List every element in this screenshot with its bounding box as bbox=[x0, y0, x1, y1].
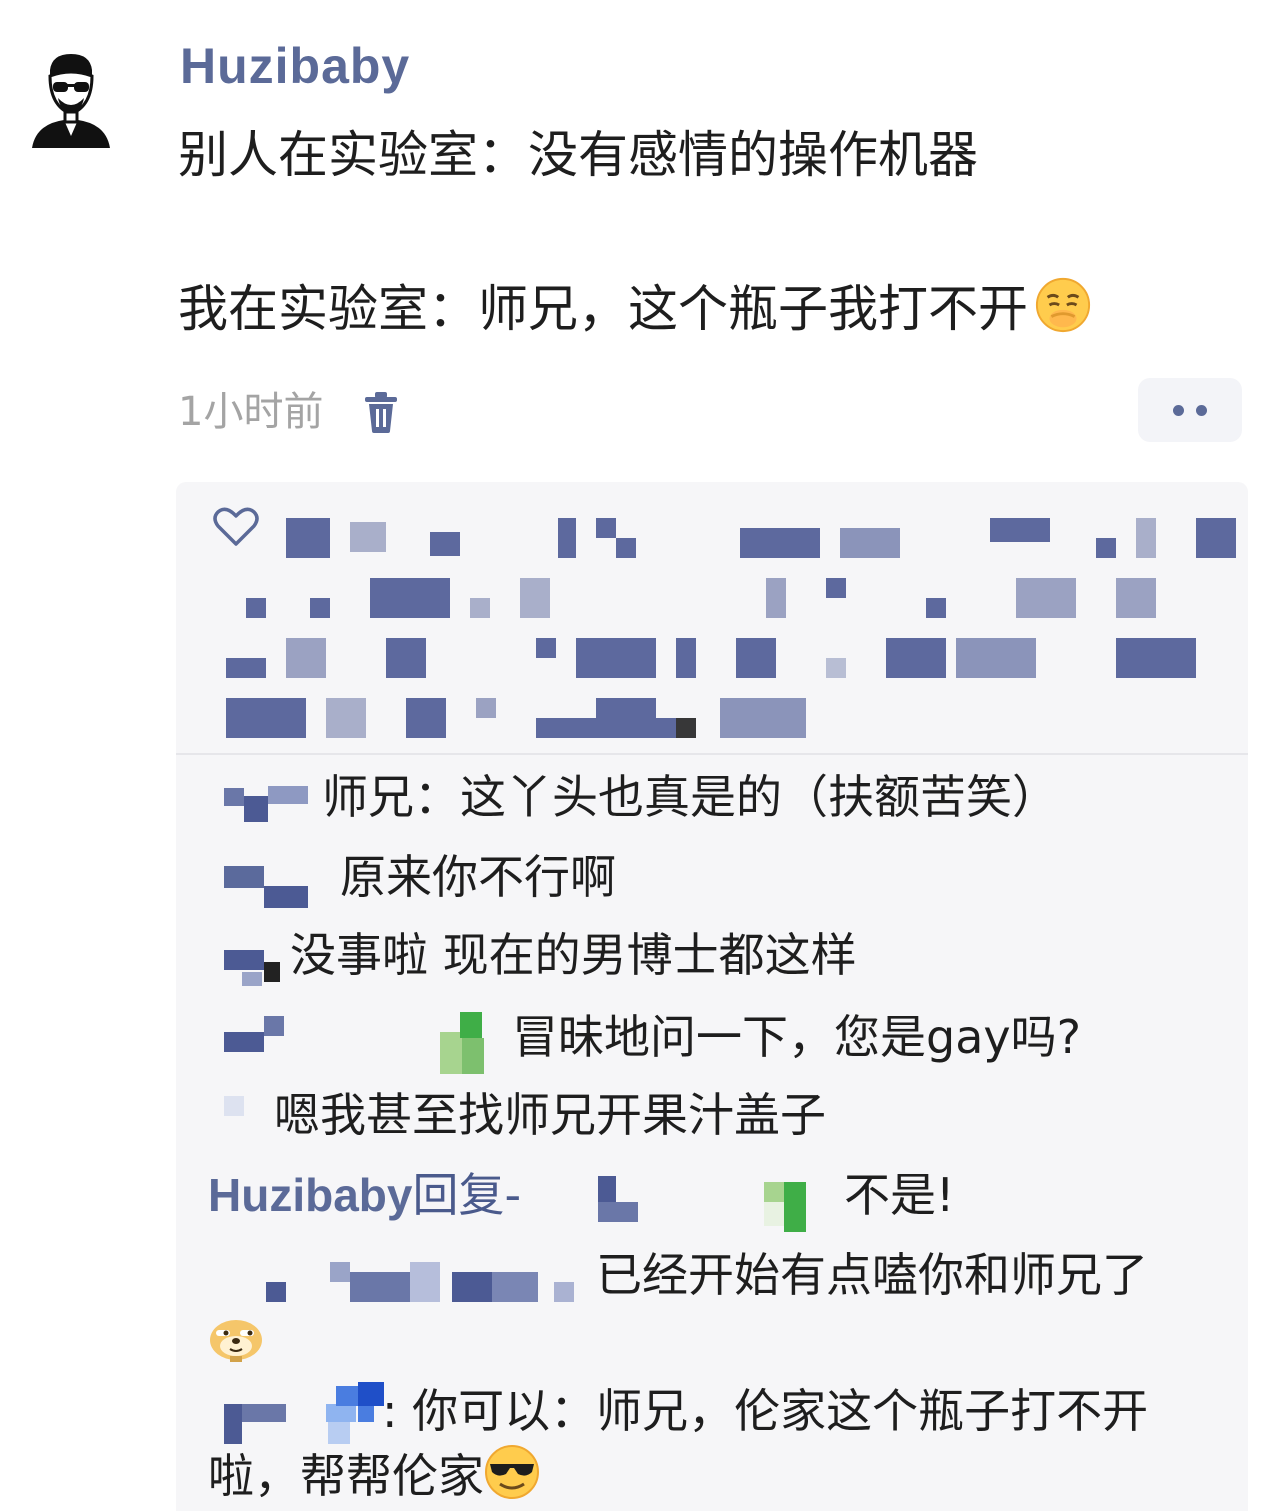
commenter-name-pixelated bbox=[224, 1012, 484, 1074]
divider bbox=[176, 753, 1248, 755]
commenter-name-pixelated bbox=[224, 1096, 244, 1116]
commenter-name-pixelated bbox=[224, 866, 308, 908]
reply-target-pixelated bbox=[598, 1176, 806, 1232]
comment-text: 已经开始有点嗑你和师兄了 bbox=[596, 1248, 1148, 1302]
comment-item[interactable]: 师兄：这丫头也真是的（扶额苦笑） bbox=[176, 768, 1248, 828]
more-dots-icon bbox=[1196, 404, 1207, 416]
commenter-name-pixelated bbox=[224, 950, 280, 986]
reply-item[interactable]: Huzibaby回复- 不是! bbox=[176, 1166, 1248, 1232]
comment-text: 师兄：这丫头也真是的（扶额苦笑） bbox=[322, 770, 1058, 824]
trash-icon[interactable] bbox=[361, 389, 401, 435]
post-meta: 1小时前 bbox=[178, 384, 401, 440]
comment-item[interactable]: 冒昧地问一下，您是gay吗? bbox=[176, 1006, 1248, 1074]
commenter-name-pixelated bbox=[224, 1382, 384, 1444]
comment-panel: 师兄：这丫头也真是的（扶额苦笑） 原来你不行啊 没事啦 现在的男博士都这样 冒昧… bbox=[176, 482, 1248, 1511]
reply-author[interactable]: Huzibaby bbox=[208, 1169, 412, 1221]
comment-text-line-2: 啦，帮帮伦家 bbox=[208, 1444, 540, 1505]
comment-item[interactable]: 嗯我甚至找师兄开果汁盖子 bbox=[176, 1086, 1248, 1146]
reply-label: 回复- bbox=[412, 1168, 522, 1222]
post-author[interactable]: Huzibaby bbox=[180, 36, 410, 96]
post-text-line-1: 别人在实验室：没有感情的操作机器 bbox=[178, 126, 978, 184]
timestamp: 1小时前 bbox=[178, 389, 324, 435]
comment-text: 嗯我甚至找师兄开果汁盖子 bbox=[274, 1088, 826, 1142]
more-button[interactable] bbox=[1138, 378, 1242, 442]
comment-item[interactable]: 已经开始有点嗑你和师兄了 bbox=[176, 1246, 1248, 1386]
post-text-line-2-text: 我在实验室：师兄，这个瓶子我打不开 bbox=[178, 280, 1028, 338]
comment-text: 不是! bbox=[844, 1168, 955, 1222]
avatar[interactable] bbox=[26, 48, 116, 152]
comment-text: 冒昧地问一下，您是gay吗? bbox=[512, 1010, 1082, 1064]
comment-item[interactable]: 原来你不行啊 bbox=[176, 848, 1248, 908]
comment-text: 原来你不行啊 bbox=[340, 850, 616, 904]
likers-pixelated bbox=[226, 518, 1236, 738]
comment-text-line-2-text: 啦，帮帮伦家 bbox=[208, 1449, 484, 1503]
commenter-name-pixelated bbox=[224, 786, 308, 822]
comment-text: 没事啦 现在的男博士都这样 bbox=[290, 928, 857, 982]
reply-header: Huzibaby回复- bbox=[208, 1166, 521, 1224]
worried-face-emoji bbox=[1035, 277, 1091, 333]
comment-text: : 你可以：师兄，伦家这个瓶子打不开 bbox=[382, 1384, 1149, 1438]
more-dots-icon bbox=[1173, 404, 1184, 416]
like-section bbox=[176, 482, 1248, 754]
commenter-name-pixelated bbox=[266, 1262, 574, 1302]
comment-item[interactable]: : 你可以：师兄，伦家这个瓶子打不开 啦，帮帮伦家 bbox=[176, 1382, 1248, 1511]
post-text-line-2: 我在实验室：师兄，这个瓶子我打不开 bbox=[178, 276, 1092, 340]
comment-item[interactable]: 没事啦 现在的男博士都这样 bbox=[176, 926, 1248, 986]
sunglasses-emoji bbox=[485, 1445, 539, 1499]
doge-emoji bbox=[210, 1320, 262, 1362]
avatar-icon bbox=[32, 54, 110, 148]
